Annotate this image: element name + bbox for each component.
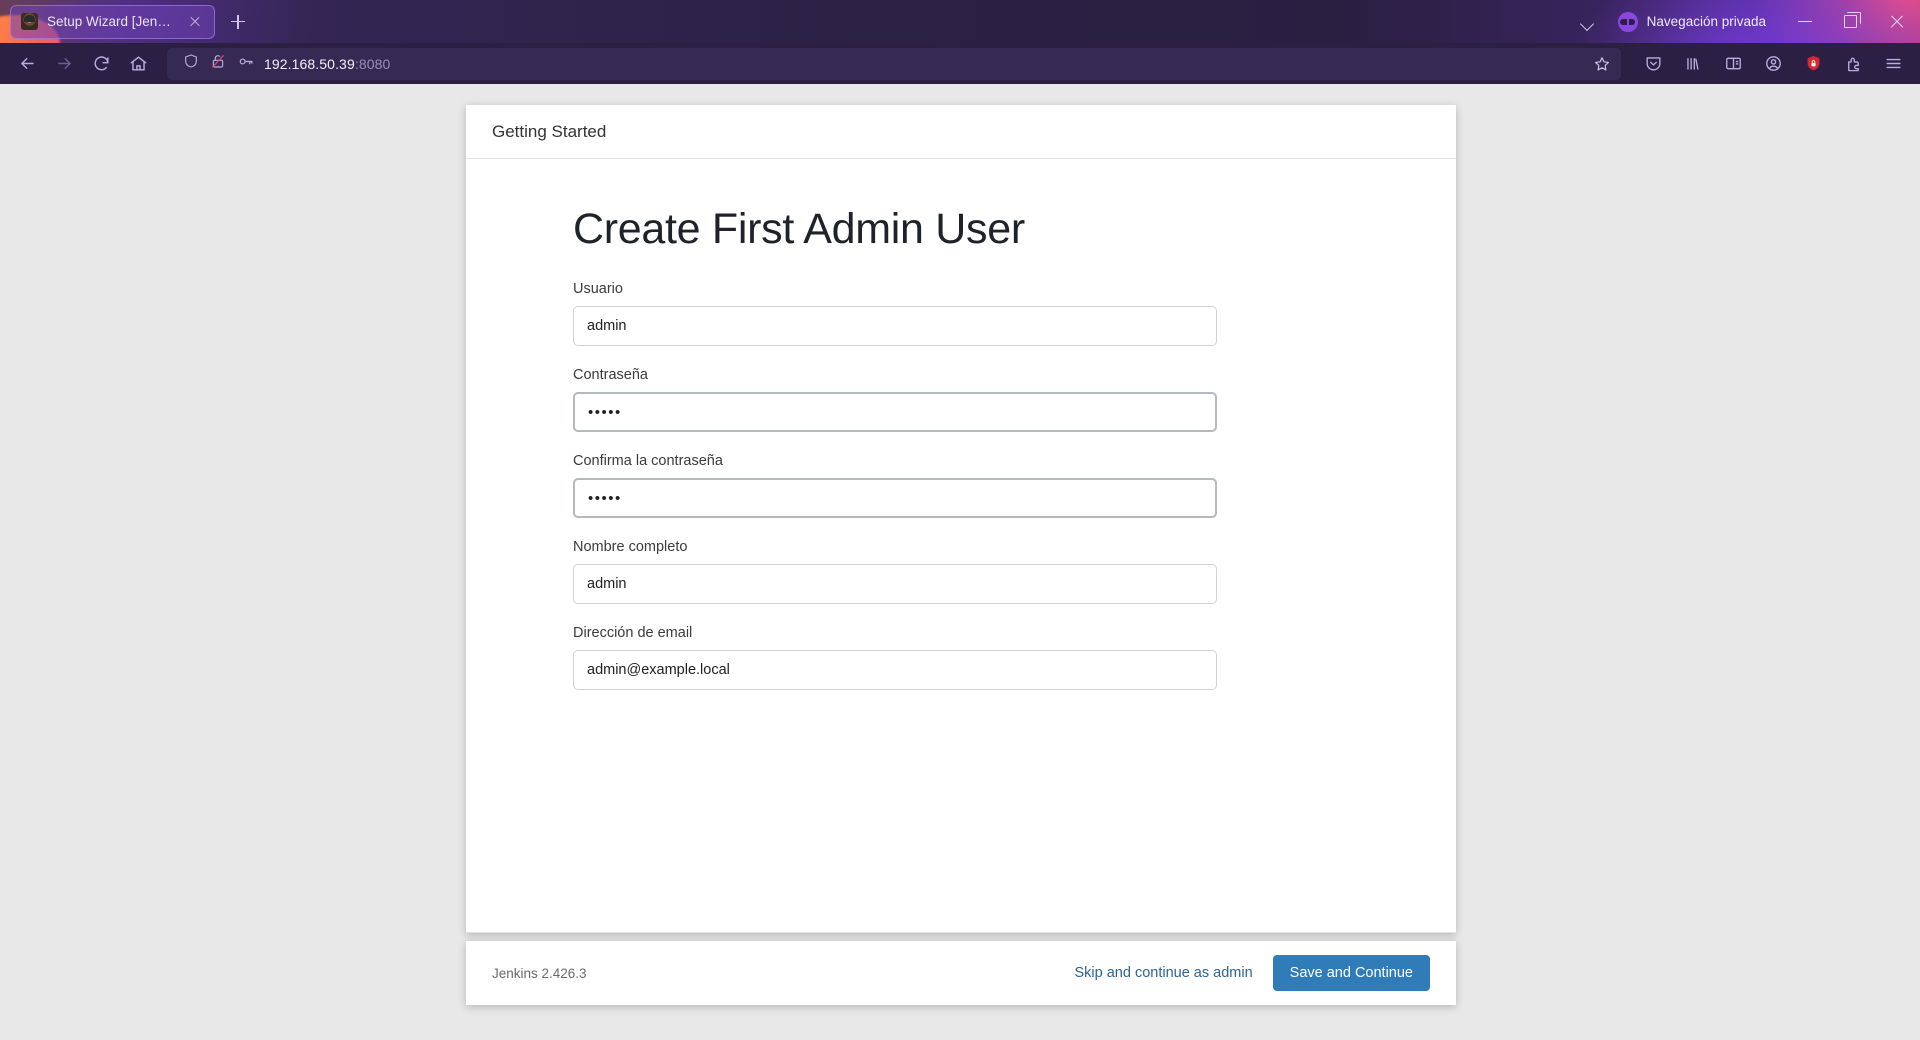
field-fullname: Nombre completo [573,539,1217,604]
reload-icon[interactable] [84,48,119,80]
bookmark-button[interactable] [1593,55,1613,73]
setup-wizard: Getting Started Create First Admin User … [466,105,1456,1005]
page-title: Create First Admin User [573,205,1025,253]
broken-lock-icon[interactable] [210,53,226,74]
extensions-icon[interactable] [1836,48,1870,80]
url-host: 192.168.50.39 [264,55,355,72]
maximize-button[interactable] [1828,0,1874,43]
browser-tab[interactable]: Setup Wizard [Jenkins] [10,4,215,39]
reader-sidebar-icon[interactable] [1716,48,1750,80]
field-username: Usuario [573,281,1217,346]
label-confirm-password: Confirma la contraseña [573,453,723,469]
jenkins-butler-icon [21,13,38,30]
wizard-header: Getting Started [466,105,1456,159]
back-arrow-icon[interactable] [10,48,45,80]
skip-and-continue-link[interactable]: Skip and continue as admin [1075,965,1253,981]
field-password: Contraseña [573,367,1217,432]
title-bar-right: Navegación privada [1568,0,1920,43]
home-icon[interactable] [121,48,156,80]
label-password: Contraseña [573,367,648,383]
url-text: 192.168.50.39:8080 [264,56,390,72]
close-window-button[interactable] [1874,0,1920,43]
fullname-input[interactable] [573,564,1217,604]
field-email: Dirección de email [573,625,1217,690]
private-browsing-label: Navegación privada [1646,14,1766,29]
toolbar-icons [1632,48,1910,80]
navigation-toolbar: 192.168.50.39:8080 [0,43,1920,84]
wizard-footer: Jenkins 2.426.3 Skip and continue as adm… [466,941,1456,1005]
library-icon[interactable] [1676,48,1710,80]
tab-title: Setup Wizard [Jenkins] [47,14,177,29]
confirm-password-input[interactable] [573,478,1217,518]
minimize-button[interactable] [1782,0,1828,43]
tracking-protection-shield-icon[interactable] [1796,48,1830,80]
close-icon[interactable] [186,13,204,31]
field-confirm-password: Confirma la contraseña [573,453,1217,518]
tab-strip: Setup Wizard [Jenkins] [0,4,254,39]
username-input[interactable] [573,306,1217,346]
jenkins-version: Jenkins 2.426.3 [492,965,587,981]
browser-window: Setup Wizard [Jenkins] Navegación privad… [0,0,1920,1040]
wizard-body: Create First Admin User Usuario Contrase… [466,159,1456,932]
footer-actions: Skip and continue as admin Save and Cont… [1075,955,1430,991]
mask-icon [1617,11,1638,32]
private-browsing-indicator: Navegación privada [1608,11,1782,32]
email-input[interactable] [573,650,1217,690]
label-fullname: Nombre completo [573,539,688,555]
pocket-save-icon[interactable] [1636,48,1670,80]
label-username: Usuario [573,281,623,297]
new-tab-button[interactable] [222,6,254,38]
title-bar: Setup Wizard [Jenkins] Navegación privad… [0,0,1920,43]
shield-icon[interactable] [183,53,199,74]
save-and-continue-button[interactable]: Save and Continue [1272,955,1430,991]
key-icon[interactable] [237,53,254,75]
account-icon[interactable] [1756,48,1790,80]
password-input[interactable] [573,392,1217,432]
wizard-card: Getting Started Create First Admin User … [466,105,1456,933]
card-divider [466,932,1456,933]
admin-user-form: Usuario Contraseña Confirma la contraseñ… [573,281,1217,690]
url-bar[interactable]: 192.168.50.39:8080 [167,47,1621,80]
label-email: Dirección de email [573,625,693,641]
url-bar-icons [175,53,254,75]
url-port: :8080 [354,55,391,72]
forward-arrow-icon[interactable] [47,48,82,80]
app-menu-icon[interactable] [1876,48,1910,80]
chevron-down-icon[interactable] [1568,7,1608,37]
wizard-header-title: Getting Started [492,121,607,141]
page-content: Getting Started Create First Admin User … [0,84,1920,1040]
